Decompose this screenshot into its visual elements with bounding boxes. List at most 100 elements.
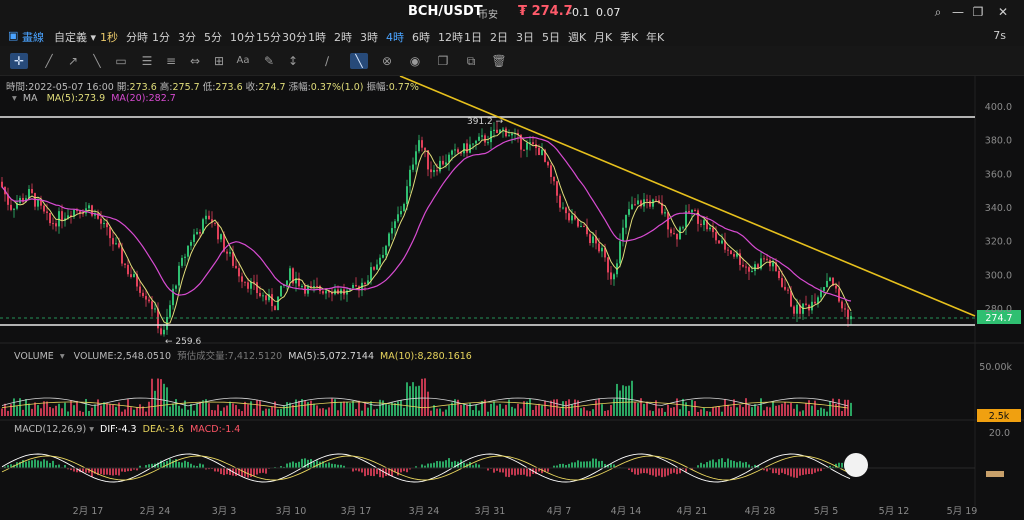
measure-icon[interactable]: ⇔ [186,53,204,69]
volume-bar [382,400,384,416]
timeframe-12[interactable]: 4時 [386,29,404,45]
timeframe-9[interactable]: 1時 [308,29,326,45]
timeframe-13[interactable]: 6時 [412,29,430,45]
volume-bar [580,408,582,416]
lock-icon[interactable]: ⊗ [378,53,396,69]
timeframe-15[interactable]: 1日 [464,29,482,45]
candle-body [619,241,621,264]
volume-bar [643,403,645,416]
timeframe-4[interactable]: 3分 [178,29,196,45]
volume-bar [337,410,339,416]
price-tick-label: 380.0 [985,136,1012,147]
volume-bar [784,402,786,416]
timeframe-21[interactable]: 季K [620,29,638,45]
macd-bar [775,468,777,474]
volume-bar [31,408,33,416]
search-icon[interactable]: ⌕ [930,4,946,20]
exchange-name: 币安 [478,10,498,21]
price-tick-label: 280.0 [985,304,1012,315]
timeframe-2[interactable]: 分時 [126,29,148,45]
volume-bar [499,403,501,416]
price-range-icon[interactable]: ↕ [284,53,302,69]
candle-body [814,301,816,304]
macd-tag [986,471,1004,477]
macd-bar [799,468,801,476]
volume-bar [310,400,312,416]
minimize-icon[interactable]: — [950,4,966,20]
timeframe-17[interactable]: 3日 [516,29,534,45]
candle-body [409,169,411,187]
timeframe-5[interactable]: 5分 [204,29,222,45]
text-icon[interactable]: Aa [234,53,252,69]
candle-body [118,243,120,248]
eye-icon[interactable]: ◉ [406,53,424,69]
volume-bar [130,407,132,416]
macd-bar [292,461,294,468]
crosshair-icon[interactable]: ✛ [10,53,28,69]
volume-bar [355,409,357,416]
draw-mode-label[interactable]: 畫線 [22,29,44,45]
macd-bar [733,460,735,468]
timeframe-10[interactable]: 2時 [334,29,352,45]
clone-icon[interactable]: ❐ [434,53,452,69]
timeframe-14[interactable]: 12時 [438,29,463,45]
restore-icon[interactable]: ❐ [970,4,986,20]
volume-bar [364,402,366,416]
macd-bar [295,462,297,468]
ray-icon[interactable]: ↗ [64,53,82,69]
volume-bar [592,409,594,416]
volume-bar [478,410,480,416]
volume-bar [325,409,327,416]
parallel-icon[interactable]: ☰ [138,53,156,69]
volume-bar [268,408,270,416]
timeframe-7[interactable]: 15分 [256,29,281,45]
volume-bar [373,409,375,416]
line-icon[interactable]: ╱ [40,53,58,69]
timeframe-0[interactable]: 自定義 ▾ [54,29,96,45]
candle-body [844,308,846,310]
candle-body [184,256,186,258]
polyline-icon[interactable]: ╲ [88,53,106,69]
timeframe-8[interactable]: 30分 [282,29,307,45]
timeframe-6[interactable]: 10分 [230,29,255,45]
ruler-icon[interactable]: ∕ [318,53,336,69]
timeframe-22[interactable]: 年K [646,29,664,45]
timeframe-20[interactable]: 月K [594,29,612,45]
draw-mode-icon[interactable]: ▣ [8,29,18,42]
candle-body [727,249,729,251]
volume-bar [670,407,672,416]
volume-bar [217,404,219,416]
macd-bar [298,461,300,468]
chart-area[interactable]: 時間:2022-05-07 16:00 開:273.6 高:275.7 低:27… [0,76,1024,520]
layers-icon[interactable]: ⧉ [462,53,480,69]
date-tick-label: 3月 24 [409,506,440,517]
volume-bar [490,403,492,416]
fib-icon[interactable]: ≡ [162,53,180,69]
pair-name[interactable]: BCH/USDT [408,4,483,19]
brush-icon[interactable]: ✎ [260,53,278,69]
candle-body [553,176,555,182]
candle-body [841,301,843,309]
timeframe-18[interactable]: 5日 [542,29,560,45]
volume-bar [346,401,348,416]
timeframe-19[interactable]: 週K [568,29,586,45]
macd-bar [637,468,639,475]
channel-icon[interactable]: ⊞ [210,53,228,69]
candle-body [601,247,603,252]
volume-bar [646,401,648,416]
close-icon[interactable]: ✕ [995,4,1011,20]
volume-bar [706,411,708,416]
magnet-icon[interactable]: ╲ [350,53,368,69]
trash-icon[interactable]: 🗑 [490,53,508,69]
timeframe-1[interactable]: 1秒 [100,29,118,45]
timeframe-16[interactable]: 2日 [490,29,508,45]
volume-bar [649,410,651,416]
timeframe-3[interactable]: 1分 [152,29,170,45]
timeframe-11[interactable]: 3時 [360,29,378,45]
refresh-interval[interactable]: 7s [993,29,1006,42]
rect-icon[interactable]: ▭ [112,53,130,69]
macd-bar [265,468,267,474]
volume-bar [58,403,60,416]
volume-bar [691,400,693,416]
price-chart[interactable]: 274.72.5k391.2 →← 259.6 400.0380.0360.03… [0,76,1024,520]
